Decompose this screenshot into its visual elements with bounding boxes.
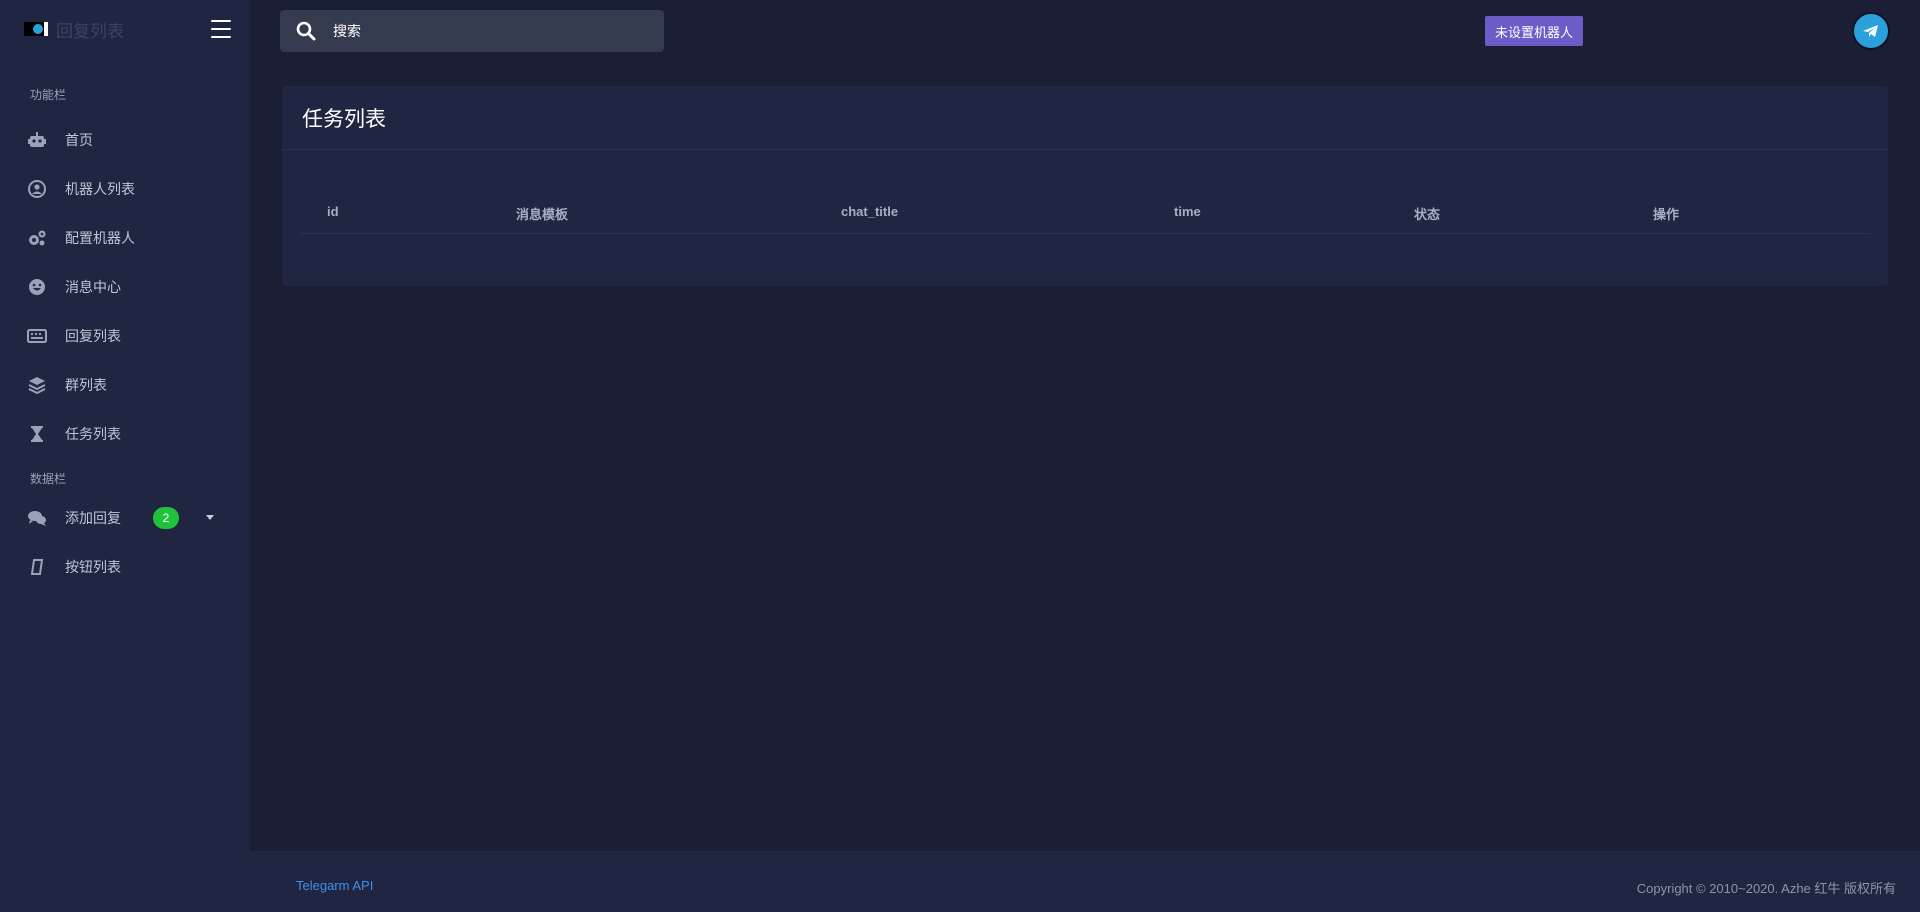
sidebar-item-label: 配置机器人 — [65, 229, 135, 246]
layers-icon — [26, 374, 48, 396]
sidebar-item-add-reply[interactable]: 添加回复 2 — [0, 493, 250, 542]
sidebar: 回复列表 功能栏 首页 机器人列表 配置机器人 消息中心 回复列表 群列表 任务… — [0, 0, 250, 912]
hourglass-icon — [26, 423, 48, 445]
sidebar-item-label: 群列表 — [65, 376, 107, 393]
footer: Telegarm API Copyright © 2010~2020. Azhe… — [250, 851, 1920, 912]
sidebar-item-robot-list[interactable]: 机器人列表 — [0, 164, 250, 213]
page-title: 任务列表 — [302, 107, 386, 131]
sticky-note-icon — [26, 556, 48, 578]
telegram-icon — [1863, 25, 1878, 37]
column-header-time: time — [1174, 204, 1201, 219]
task-table: id 消息模板 chat_title time 状态 操作 — [300, 182, 1870, 234]
sidebar-item-home[interactable]: 首页 — [0, 115, 250, 164]
sidebar-item-group-list[interactable]: 群列表 — [0, 360, 250, 409]
sidebar-item-reply-list[interactable]: 回复列表 — [0, 311, 250, 360]
avatar[interactable] — [1852, 12, 1890, 50]
comments-icon — [26, 507, 48, 529]
chevron-down-icon[interactable] — [206, 515, 214, 520]
robot-status-button[interactable]: 未设置机器人 — [1485, 16, 1584, 46]
sidebar-item-message-center[interactable]: 消息中心 — [0, 262, 250, 311]
column-header-actions: 操作 — [1653, 207, 1680, 222]
keyboard-icon — [26, 325, 48, 347]
sidebar-item-label: 添加回复 — [65, 509, 121, 526]
column-header-id: id — [327, 204, 339, 219]
brand-title: 回复列表 — [56, 21, 124, 41]
search-icon — [296, 21, 316, 41]
sidebar-item-label: 首页 — [65, 131, 93, 148]
sidebar-item-task-list[interactable]: 任务列表 — [0, 409, 250, 458]
smile-icon — [26, 276, 48, 298]
section-label-functions: 功能栏 — [30, 88, 67, 102]
sidebar-item-label: 任务列表 — [65, 425, 121, 442]
user-circle-icon — [26, 178, 48, 200]
task-list-card: 任务列表 id 消息模板 chat_title time 状态 操作 — [282, 86, 1888, 286]
card-header: 任务列表 — [282, 86, 1888, 150]
robot-icon — [26, 129, 48, 151]
search-label: 搜索 — [333, 23, 361, 39]
sidebar-item-button-list[interactable]: 按钮列表 — [0, 542, 250, 591]
count-badge: 2 — [153, 507, 179, 529]
sidebar-item-label: 机器人列表 — [65, 180, 135, 197]
column-header-status: 状态 — [1414, 207, 1441, 222]
menu-toggle-button[interactable] — [211, 20, 231, 38]
section-label-data: 数据栏 — [30, 472, 67, 486]
brand: 回复列表 — [0, 0, 250, 58]
search-input[interactable]: 搜索 — [280, 10, 664, 52]
sidebar-item-configure-robot[interactable]: 配置机器人 — [0, 213, 250, 262]
column-header-template: 消息模板 — [516, 207, 569, 222]
sidebar-item-label: 消息中心 — [65, 278, 121, 295]
telegram-logo-icon — [24, 22, 48, 36]
telegram-api-link[interactable]: Telegarm API — [296, 878, 373, 893]
sidebar-item-label: 回复列表 — [65, 327, 121, 344]
column-header-chat-title: chat_title — [841, 204, 899, 219]
gears-icon — [26, 227, 48, 249]
sidebar-item-label: 按钮列表 — [65, 558, 121, 575]
copyright: Copyright © 2010~2020. Azhe 红牛 版权所有 — [1636, 881, 1896, 896]
